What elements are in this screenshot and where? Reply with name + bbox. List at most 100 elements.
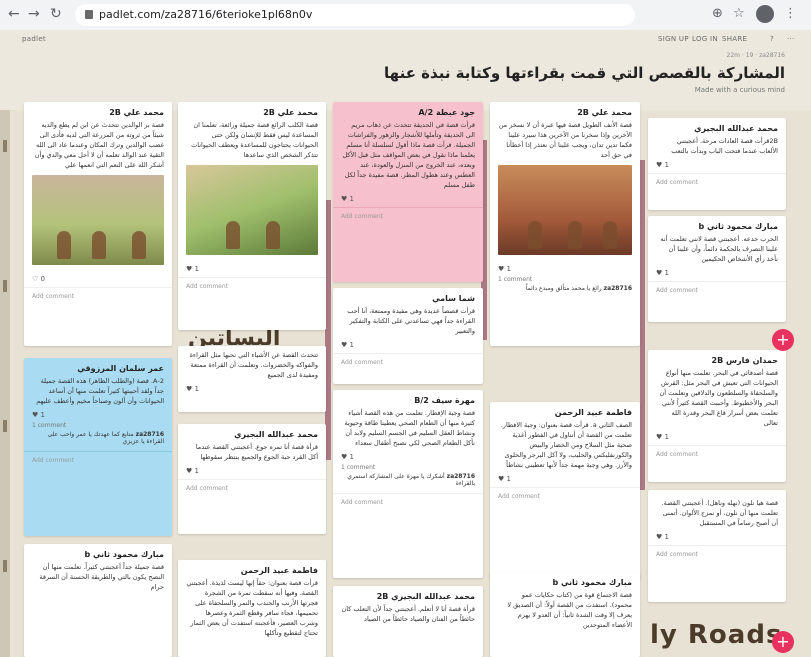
post-author: مبارك محمود ثاني b — [698, 222, 778, 231]
post-author: محمد علي 2B — [577, 108, 632, 117]
menu-dots-icon[interactable]: ⋮ — [784, 6, 797, 21]
comment: za28716 متابع كما عهدتك يا عمر واحب على … — [47, 431, 164, 446]
post-body: قصة جميلة جداً أعجبتني كثيراً. تعلمت منه… — [39, 563, 164, 592]
post-card[interactable]: تتحدث القصة عن الأشياء التي نحبها مثل ال… — [178, 346, 326, 412]
add-comment-field[interactable]: Add comment — [648, 281, 786, 299]
post-author: شما سامي — [432, 294, 475, 303]
add-comment-field[interactable]: Add comment — [24, 451, 172, 469]
like-count[interactable]: ♥ 1 — [648, 528, 786, 541]
add-post-button[interactable]: + — [772, 329, 794, 351]
post-author: مهرة سيف B/2 — [414, 396, 475, 405]
post-author: محمد علي 2B — [109, 108, 164, 117]
add-comment-field[interactable]: Add comment — [648, 545, 786, 563]
post-card[interactable]: فاطمة عبيد الرحمن الصف الثاني a. قرأت قص… — [490, 402, 640, 580]
post-card[interactable]: قصة هيا نلون (نهله وناهل). أعجبتني القصة… — [648, 490, 786, 602]
post-image — [32, 175, 164, 266]
post-body: قصة أصدقائي في البحر. تعلمت منها أنواع ا… — [659, 369, 778, 428]
background-lettering: ly Roads — [650, 620, 783, 650]
post-card[interactable]: حمدان فارس 2B قصة أصدقائي في البحر. تعلم… — [648, 350, 786, 482]
padlet-brand[interactable]: padlet — [22, 35, 46, 43]
arrow-left-icon[interactable]: ← — [8, 6, 20, 22]
post-body: قصة بر الوالدين تتحدث عن ابن لم يطع والد… — [34, 121, 164, 170]
post-body: قرأة قصة أنا لا أتعلم. أعجبتني جداً لأن … — [341, 605, 476, 624]
post-card[interactable]: مبارك محمود ثاني b قصة جميلة جداً أعجبتن… — [24, 544, 172, 657]
post-card[interactable]: محمد علي 2B قصة الكلب الرائع قصة جميلة و… — [178, 102, 326, 330]
post-author: فاطمة عبيد الرحمن — [554, 408, 632, 417]
page-subtitle: Made with a curious mind — [694, 86, 785, 94]
add-comment-field[interactable]: Add comment — [178, 479, 326, 497]
post-card[interactable]: محمد عبدالله البجيري 2Bقرأت قصة العادات … — [648, 118, 786, 210]
address-bar[interactable]: padlet.com/za28716/6terioke1pl68n0v — [75, 4, 635, 26]
post-author: مبارك محمود ثاني b — [84, 550, 164, 559]
lock-icon — [85, 10, 93, 19]
post-author: عمر سلمان المرزوقي — [77, 364, 164, 373]
like-count[interactable]: ♥ 1 — [178, 462, 326, 475]
add-comment-field[interactable]: Add comment — [24, 287, 172, 305]
post-card[interactable]: محمد علي 2B قصة بر الوالدين تتحدث عن ابن… — [24, 102, 172, 346]
like-count[interactable]: ♥ 1 — [490, 260, 640, 273]
like-count[interactable]: ♥ 1 — [178, 380, 326, 393]
like-count[interactable]: ♥ 1 — [333, 448, 483, 461]
post-author: محمد عبدالله البجيري 2B — [376, 592, 475, 601]
post-author: محمد علي 2B — [263, 108, 318, 117]
like-count[interactable]: ♥ 1 — [648, 156, 786, 169]
like-count[interactable]: ♥ 1 — [490, 470, 640, 483]
post-image — [186, 165, 318, 256]
page-title: المشاركة بالقصص التي قمت بقراءتها وكتابة… — [384, 64, 785, 82]
divider — [640, 160, 645, 490]
padlet-header: 22m · 19 · za28716 المشاركة بالقصص التي … — [0, 50, 811, 110]
like-count[interactable]: ♥ 1 — [333, 336, 483, 349]
add-comment-field[interactable]: Add comment — [648, 445, 786, 463]
post-body: قصة هيا نلون (نهله وناهل). أعجبتني القصة… — [661, 499, 778, 528]
post-author: فاطمة عبيد الرحمن — [240, 566, 318, 575]
comment-count[interactable]: 1 comment — [333, 461, 483, 471]
post-card[interactable]: مبارك محمود ثاني b قصة الاجتماع قوة من (… — [490, 572, 640, 657]
post-body: قرأت قصة بعنوان: حقاً إنها ليست لذيذة. أ… — [186, 579, 318, 638]
comment-count[interactable]: 1 comment — [24, 419, 172, 429]
login-link[interactable]: LOG IN — [692, 35, 718, 43]
browser-toolbar: ← → ↻ padlet.com/za28716/6terioke1pl68n0… — [0, 0, 811, 31]
post-body: 2-A. قصة (والطلب الظاهر) هذه القصة جميلة… — [36, 377, 164, 406]
arrow-right-icon[interactable]: → — [28, 6, 40, 22]
more-icon[interactable]: ··· — [787, 35, 795, 43]
post-card[interactable]: عمر سلمان المرزوقي 2-A. قصة (والطلب الظا… — [24, 358, 172, 536]
post-author: حمدان فارس 2B — [711, 356, 778, 365]
add-comment-field[interactable]: Add comment — [648, 173, 786, 191]
post-author: جود عبطة A/2 — [418, 108, 475, 117]
like-count[interactable]: ♥ 1 — [648, 264, 786, 277]
like-count[interactable]: ♡ 0 — [24, 270, 172, 283]
post-card[interactable]: مهرة سيف B/2 قصة وجبة الإفطار. تعلمت من … — [333, 390, 483, 578]
post-card[interactable]: محمد عبدالله البجيري 2B قرأة قصة أنا لا … — [333, 586, 483, 657]
like-count[interactable]: ♥ 1 — [333, 190, 483, 203]
post-card[interactable]: فاطمة عبيد الرحمن قرأت قصة بعنوان: حقاً … — [178, 560, 326, 657]
add-comment-field[interactable]: Add comment — [178, 277, 326, 295]
like-count[interactable]: ♥ 1 — [24, 406, 172, 419]
post-author: مبارك محمود ثاني b — [552, 578, 632, 587]
star-icon[interactable]: ☆ — [733, 6, 745, 21]
post-body: قصة الكلب الرائع قصة جميلة ورائعة، تعلمن… — [191, 121, 318, 160]
post-card[interactable]: محمد علي 2B قصة الأنف الطويل قصة فيها عب… — [490, 102, 640, 346]
add-comment-field[interactable]: Add comment — [490, 487, 640, 505]
post-card[interactable]: مبارك محمود ثاني b الحرب خدعه. أعجبتني ق… — [648, 216, 786, 322]
zoom-icon[interactable]: ⊕ — [712, 6, 723, 21]
post-card[interactable]: شما سامي قرأت قصصاً عديدة وهي مفيدة وممت… — [333, 288, 483, 384]
post-card[interactable]: محمد عبدالله البجيري قرأة قصة أنا تمره ج… — [178, 424, 326, 534]
share-link[interactable]: SHARE — [722, 35, 747, 43]
like-count[interactable]: ♥ 1 — [178, 260, 326, 273]
post-body: قصة الاجتماع قوة من (كتاب حكايات عمو محم… — [507, 591, 632, 630]
comment-count[interactable]: 1 comment — [490, 273, 640, 283]
profile-avatar[interactable] — [756, 5, 774, 23]
add-comment-field[interactable]: Add comment — [333, 207, 483, 225]
header-meta: 22m · 19 · za28716 — [726, 52, 785, 59]
add-comment-field[interactable]: Add comment — [333, 493, 483, 511]
signup-link[interactable]: SIGN UP — [658, 35, 689, 43]
post-author: محمد عبدالله البجيري — [694, 124, 778, 133]
post-body: الحرب خدعه. أعجبتني قصة لانني تعلمت أنه … — [660, 235, 778, 264]
post-card[interactable]: جود عبطة A/2 قرأت قصة في الحديقة تتحدث ع… — [333, 102, 483, 282]
add-post-button[interactable]: + — [772, 631, 794, 653]
like-count[interactable]: ♥ 1 — [648, 428, 786, 441]
help-icon[interactable]: ? — [770, 35, 774, 43]
post-body: قرأة قصة أنا تمره جوع. أعجبتني القصة عند… — [195, 443, 318, 462]
reload-icon[interactable]: ↻ — [50, 6, 62, 22]
add-comment-field[interactable]: Add comment — [333, 353, 483, 371]
